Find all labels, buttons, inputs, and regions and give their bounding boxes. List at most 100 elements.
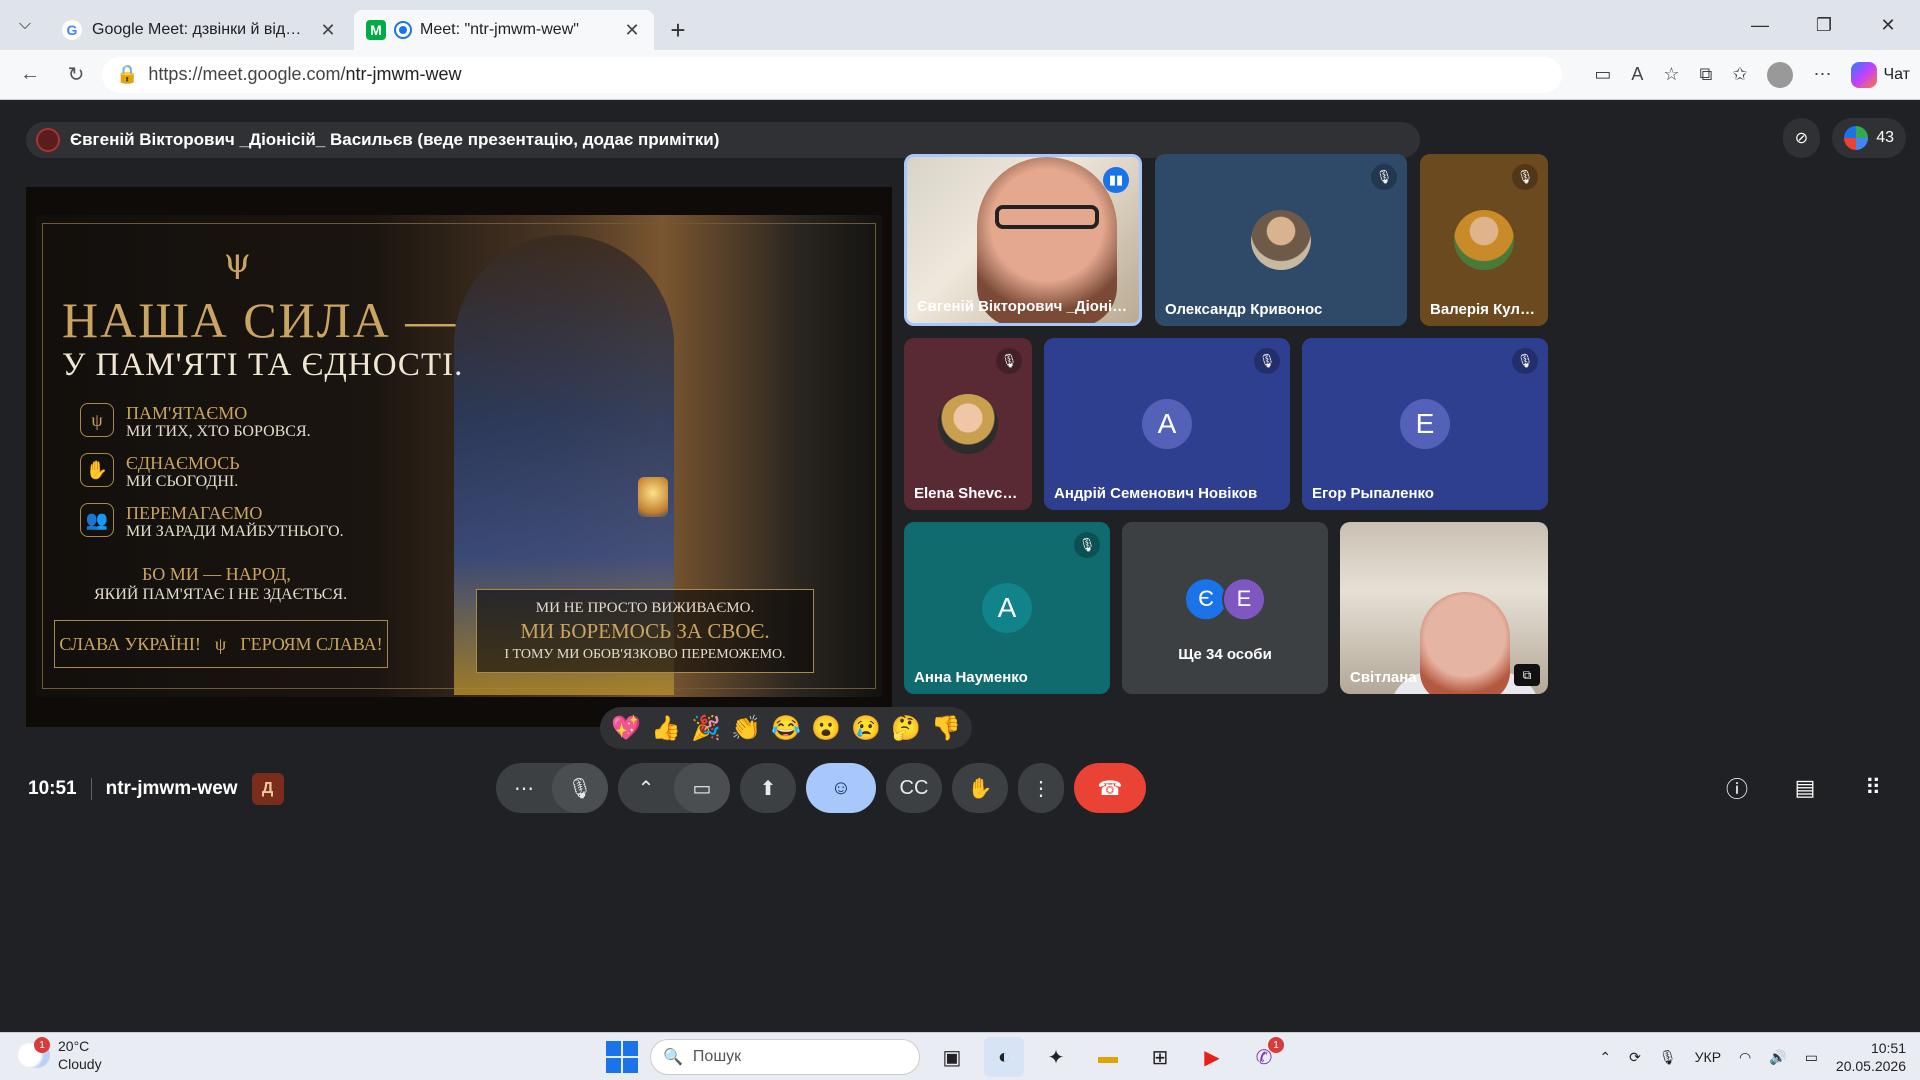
leave-call-button[interactable]: ☎: [1074, 763, 1146, 813]
captions-button[interactable]: CC: [886, 763, 942, 813]
thumbs-down-reaction[interactable]: 👎: [931, 714, 961, 743]
trident-icon: ψ: [224, 241, 251, 281]
participant-tile[interactable]: Світлана ⧉: [1340, 522, 1548, 694]
more-participants-tile[interactable]: Є Е Ще 34 особи: [1122, 522, 1328, 694]
close-tab-icon[interactable]: ✕: [622, 20, 642, 41]
emoji-icon: ☺: [830, 776, 852, 799]
tab-actions-menu[interactable]: ⌵: [0, 0, 50, 50]
task-view-icon[interactable]: ▣: [932, 1037, 972, 1077]
participant-tile[interactable]: 🎙 Валерія Кулак...: [1420, 154, 1548, 326]
favorite-star-icon[interactable]: ☆: [1663, 64, 1679, 85]
new-tab-button[interactable]: +: [658, 10, 698, 50]
present-screen-button[interactable]: ⬆: [740, 763, 796, 813]
url-field[interactable]: 🔒 https://meet.google.com/ntr-jmwm-wew: [102, 56, 1562, 93]
windows-taskbar: 1 20°C Cloudy 🔍 Пошук ▣ ◐ ✦ ▬ ⊞ ▶ ✆ 1 ⌃ …: [0, 1032, 1920, 1080]
youtube-icon[interactable]: ▶: [1192, 1037, 1232, 1077]
language-indicator[interactable]: УКР: [1695, 1049, 1721, 1065]
weather-widget[interactable]: 1 20°C Cloudy: [18, 1037, 102, 1073]
start-button[interactable]: [606, 1041, 638, 1073]
tab-google-meet[interactable]: G Google Meet: дзвінки й відеоконф ✕: [50, 10, 350, 50]
copilot-app-icon[interactable]: ✦: [1036, 1037, 1076, 1077]
reload-icon[interactable]: ↻: [56, 55, 96, 95]
participant-tile[interactable]: 🎙 Elena Shevche...: [904, 338, 1032, 510]
tab-meet-call[interactable]: M Meet: "ntr-jmwm-wew" ✕: [354, 10, 654, 50]
close-window-icon[interactable]: ✕: [1856, 0, 1920, 50]
people-count-button[interactable]: 43: [1832, 118, 1906, 158]
browser-tab-bar: ⌵ G Google Meet: дзвінки й відеоконф ✕ M…: [0, 0, 1920, 50]
microphone-icon[interactable]: 🎙: [552, 763, 608, 813]
store-icon[interactable]: ⊞: [1140, 1037, 1180, 1077]
thumbs-up-reaction[interactable]: 👍: [651, 714, 681, 743]
video-options-icon[interactable]: ⌃: [618, 763, 674, 813]
url-domain: https://meet.google.com/: [148, 64, 346, 84]
picture-in-picture-icon[interactable]: ⧉: [1514, 664, 1540, 686]
mic-muted-icon: 🎙: [996, 348, 1022, 374]
party-reaction[interactable]: 🎉: [691, 714, 721, 743]
participant-tile[interactable]: Е 🎙 Егор Рыпаленко: [1302, 338, 1548, 510]
reactions-button[interactable]: ☺: [806, 763, 876, 813]
camera-icon[interactable]: ▭: [674, 763, 730, 813]
participant-tile[interactable]: ▮▮ Євгеній Вікторович _Діонісій_ Ва...: [904, 154, 1142, 326]
taskbar-search[interactable]: 🔍 Пошук: [650, 1039, 920, 1075]
mic-muted-icon: 🎙: [1512, 348, 1538, 374]
close-tab-icon[interactable]: ✕: [318, 20, 338, 41]
participant-video-detail: [995, 205, 1099, 229]
favorites-icon[interactable]: ✩: [1732, 64, 1747, 85]
audio-options-icon[interactable]: ⋯: [496, 763, 552, 813]
activities-icon[interactable]: ⠿: [1850, 765, 1896, 811]
participant-name: Егор Рыпаленко: [1312, 485, 1434, 502]
microphone-tray-icon[interactable]: 🎙: [1659, 1049, 1677, 1066]
slide-item-heading: ПАМ'ЯТАЄМО: [126, 403, 248, 423]
participant-letter-avatar: А: [1142, 399, 1192, 449]
quote-line3: І ТОМУ МИ ОБОВ'ЯЗКОВО ПЕРЕМОЖЕМО.: [504, 647, 786, 662]
participant-tile[interactable]: А 🎙 Андрій Семенович Новіков: [1044, 338, 1290, 510]
weather-text: Cloudy: [58, 1056, 102, 1072]
edge-icon[interactable]: ◐: [984, 1037, 1024, 1077]
wifi-icon[interactable]: ◠: [1739, 1049, 1751, 1066]
hide-captions-button[interactable]: ⊘: [1782, 118, 1821, 158]
participant-tile[interactable]: 🎙 Олександр Кривонос: [1155, 154, 1407, 326]
mic-muted-icon: 🎙: [1254, 348, 1280, 374]
read-aloud-icon[interactable]: A: [1631, 64, 1643, 85]
slide-item-heading: ПЕРЕМАГАЄМО: [126, 503, 263, 523]
participant-tile[interactable]: А 🎙 Анна Науменко: [904, 522, 1110, 694]
minimize-icon[interactable]: —: [1728, 0, 1792, 50]
more-options-button[interactable]: ⋮: [1018, 763, 1064, 813]
thinking-reaction[interactable]: 🤔: [891, 714, 921, 743]
info-icon[interactable]: ⓘ: [1714, 765, 1760, 811]
laugh-reaction[interactable]: 😂: [771, 714, 801, 743]
mic-muted-icon: 🎙: [1371, 164, 1397, 190]
clock-date: 20.05.2026: [1835, 1058, 1906, 1074]
raise-hand-button[interactable]: ✋: [952, 763, 1008, 813]
sad-reaction[interactable]: 😢: [851, 714, 881, 743]
participant-video-face: [1420, 592, 1510, 694]
copilot-chat-button[interactable]: Чат: [1851, 61, 1910, 88]
extensions-icon[interactable]: ⧉: [1700, 64, 1713, 85]
surprised-reaction[interactable]: 😮: [811, 714, 841, 743]
more-menu-icon[interactable]: ⋯: [1813, 64, 1831, 85]
glory-banner: СЛАВА УКРАЇНІ! ψ ГЕРОЯМ СЛАВА!: [54, 620, 388, 668]
presenter-avatar: [36, 128, 60, 152]
battery-icon[interactable]: ▭: [1805, 1049, 1818, 1066]
participant-letter-avatar: А: [982, 583, 1032, 633]
heart-reaction[interactable]: 💖: [611, 714, 641, 743]
glory-right: ГЕРОЯМ СЛАВА!: [240, 633, 383, 654]
participant-name: Валерія Кулак...: [1430, 301, 1538, 318]
video-control-group: ⌃ ▭: [618, 763, 730, 813]
recording-dot-icon: [396, 23, 410, 37]
tab-title: Google Meet: дзвінки й відеоконф: [92, 21, 308, 38]
camera-permission-icon[interactable]: ▭: [1594, 64, 1611, 85]
chevron-up-icon[interactable]: ⌃: [1599, 1049, 1611, 1066]
volume-icon[interactable]: 🔊: [1769, 1049, 1786, 1066]
clock[interactable]: 10:51 20.05.2026: [1836, 1039, 1906, 1075]
file-explorer-icon[interactable]: ▬: [1088, 1037, 1128, 1077]
profile-avatar[interactable]: [1767, 61, 1794, 88]
sync-icon[interactable]: ⟳: [1629, 1049, 1641, 1066]
trident-icon: ψ: [214, 633, 227, 654]
back-icon[interactable]: ←: [10, 55, 50, 95]
viber-icon[interactable]: ✆ 1: [1244, 1037, 1284, 1077]
chat-icon[interactable]: ▤: [1782, 765, 1828, 811]
clap-reaction[interactable]: 👏: [731, 714, 761, 743]
restore-icon[interactable]: ❐: [1792, 0, 1856, 50]
host-controls-icon[interactable]: Д: [251, 773, 284, 805]
